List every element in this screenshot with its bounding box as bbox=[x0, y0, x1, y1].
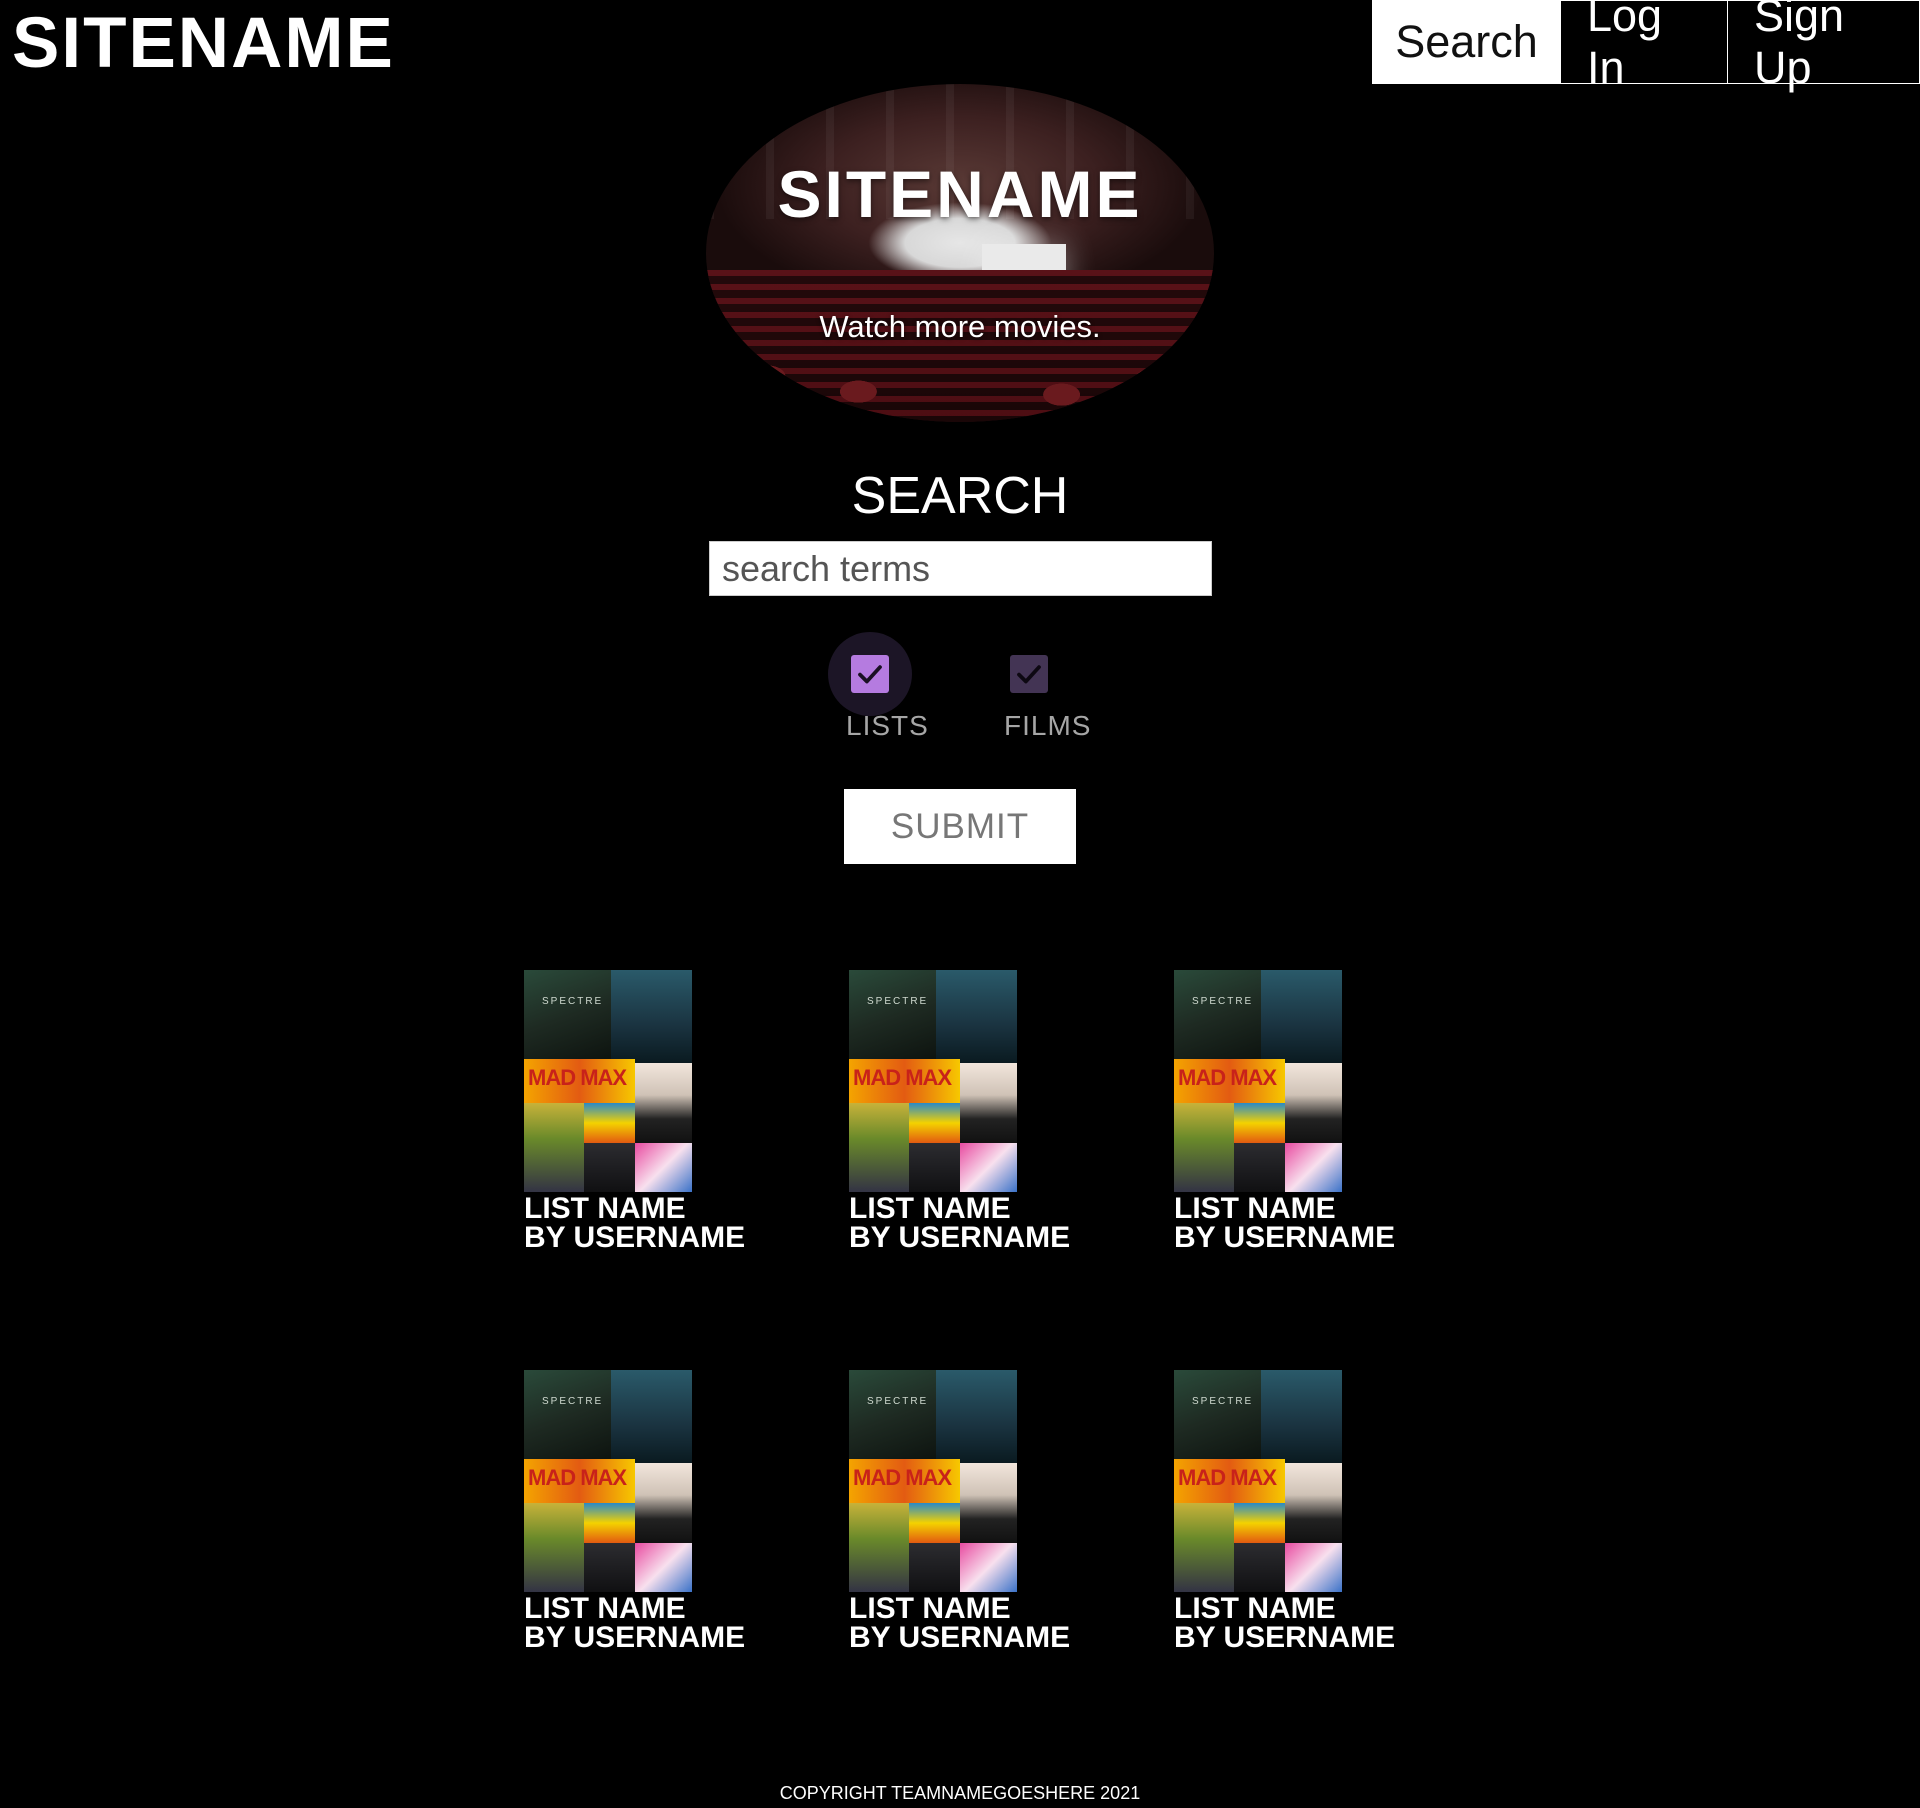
list-name[interactable]: LIST NAME bbox=[849, 1194, 1089, 1224]
list-author[interactable]: BY USERNAME bbox=[1174, 1623, 1414, 1653]
list-card[interactable]: LIST NAME BY USERNAME bbox=[524, 1370, 764, 1653]
list-cover-image[interactable] bbox=[849, 970, 1017, 1192]
submit-button[interactable]: SUBMIT bbox=[844, 789, 1076, 864]
list-name[interactable]: LIST NAME bbox=[524, 1594, 764, 1624]
site-logo[interactable]: SITENAME bbox=[12, 4, 395, 84]
list-cover-image[interactable] bbox=[524, 1370, 692, 1592]
list-cover-image[interactable] bbox=[1174, 970, 1342, 1192]
search-heading: SEARCH bbox=[0, 466, 1920, 526]
list-name[interactable]: LIST NAME bbox=[524, 1194, 764, 1224]
hero-cinema-seats-image bbox=[706, 269, 1214, 422]
check-icon bbox=[858, 665, 882, 684]
hero-banner: SITENAME Watch more movies. bbox=[706, 84, 1214, 422]
list-card[interactable]: LIST NAME BY USERNAME bbox=[524, 970, 764, 1253]
list-card[interactable]: LIST NAME BY USERNAME bbox=[1174, 970, 1414, 1253]
list-card[interactable]: LIST NAME BY USERNAME bbox=[849, 970, 1089, 1253]
list-author[interactable]: BY USERNAME bbox=[849, 1623, 1089, 1653]
list-cover-image[interactable] bbox=[849, 1370, 1017, 1592]
lists-label[interactable]: LISTS bbox=[846, 710, 929, 742]
list-cover-image[interactable] bbox=[524, 970, 692, 1192]
page: SITENAME Search Log In Sign Up SITENAME … bbox=[0, 0, 1920, 1808]
list-card[interactable]: LIST NAME BY USERNAME bbox=[1174, 1370, 1414, 1653]
list-name[interactable]: LIST NAME bbox=[1174, 1594, 1414, 1624]
nav-login-button[interactable]: Log In bbox=[1560, 0, 1727, 93]
footer-copyright: COPYRIGHT TEAMNAMEGOESHERE 2021 bbox=[779, 1783, 1141, 1803]
check-icon bbox=[1017, 665, 1041, 684]
list-card[interactable]: LIST NAME BY USERNAME bbox=[849, 1370, 1089, 1653]
hero-title: SITENAME bbox=[777, 157, 1143, 231]
films-checkbox[interactable] bbox=[1010, 655, 1048, 693]
films-label[interactable]: FILMS bbox=[1004, 710, 1091, 742]
list-name[interactable]: LIST NAME bbox=[1174, 1194, 1414, 1224]
list-author[interactable]: BY USERNAME bbox=[1174, 1223, 1414, 1253]
nav-signup-button[interactable]: Sign Up bbox=[1727, 0, 1920, 93]
search-input[interactable] bbox=[709, 541, 1212, 596]
top-nav: Search Log In Sign Up bbox=[1372, 0, 1920, 93]
hero-tagline: Watch more movies. bbox=[819, 309, 1101, 344]
list-author[interactable]: BY USERNAME bbox=[524, 1623, 764, 1653]
nav-search-button[interactable]: Search bbox=[1372, 0, 1560, 84]
lists-checkbox[interactable] bbox=[851, 655, 889, 693]
list-cover-image[interactable] bbox=[1174, 1370, 1342, 1592]
list-name[interactable]: LIST NAME bbox=[849, 1594, 1089, 1624]
list-author[interactable]: BY USERNAME bbox=[849, 1223, 1089, 1253]
list-author[interactable]: BY USERNAME bbox=[524, 1223, 764, 1253]
search-heading-text: SEARCH bbox=[851, 467, 1069, 525]
